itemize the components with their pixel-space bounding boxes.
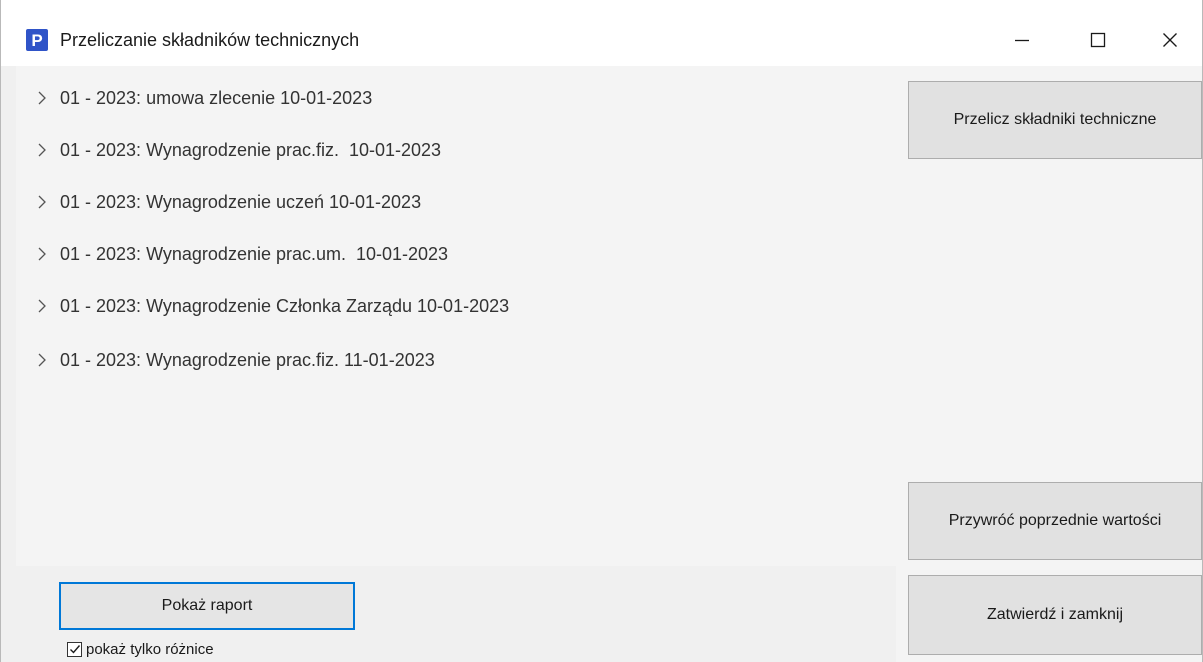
- checkmark-icon: [69, 645, 80, 654]
- chevron-right-icon[interactable]: [30, 190, 54, 214]
- dialog-window: P Przeliczanie składników technicznych 0…: [0, 0, 1203, 662]
- tree-item[interactable]: 01 - 2023: Wynagrodzenie prac.fiz. 10-01…: [16, 130, 441, 170]
- only-differences-option[interactable]: pokaż tylko różnice: [67, 639, 214, 659]
- tree-item-label: 01 - 2023: Wynagrodzenie prac.fiz. 11-01…: [60, 349, 435, 370]
- tree-item-label: 01 - 2023: umowa zlecenie 10-01-2023: [60, 87, 373, 108]
- window-title: Przeliczanie składników technicznych: [60, 30, 360, 50]
- chevron-right-icon[interactable]: [30, 86, 54, 110]
- tree-item[interactable]: 01 - 2023: Wynagrodzenie Członka Zarządu…: [16, 286, 509, 326]
- only-differences-checkbox[interactable]: [67, 641, 82, 657]
- chevron-right-icon[interactable]: [30, 294, 54, 318]
- chevron-right-icon[interactable]: [30, 138, 54, 162]
- confirm-close-button[interactable]: Zatwierdź i zamknij: [908, 575, 1202, 655]
- app-logo-letter: P: [31, 30, 43, 50]
- tree-item[interactable]: 01 - 2023: umowa zlecenie 10-01-2023: [16, 78, 372, 118]
- tree-item[interactable]: 01 - 2023: Wynagrodzenie prac.um. 10-01-…: [16, 234, 448, 274]
- only-differences-label: pokaż tylko różnice: [86, 640, 214, 658]
- show-report-button[interactable]: Pokaż raport: [59, 582, 355, 630]
- chevron-right-icon[interactable]: [30, 242, 54, 266]
- chevron-right-icon[interactable]: [30, 348, 54, 372]
- tree-item[interactable]: 01 - 2023: Wynagrodzenie uczeń 10-01-202…: [16, 182, 421, 222]
- maximize-button[interactable]: [1075, 20, 1121, 60]
- payroll-tree[interactable]: 01 - 2023: umowa zlecenie 10-01-2023 01 …: [16, 66, 896, 566]
- close-icon: [1163, 33, 1177, 47]
- close-button[interactable]: [1147, 20, 1193, 60]
- tree-item[interactable]: 01 - 2023: Wynagrodzenie prac.fiz. 11-01…: [16, 340, 435, 380]
- tree-item-label: 01 - 2023: Wynagrodzenie prac.um. 10-01-…: [60, 243, 449, 264]
- tree-item-label: 01 - 2023: Wynagrodzenie uczeń 10-01-202…: [60, 191, 422, 212]
- minimize-button[interactable]: [999, 20, 1045, 60]
- app-logo-icon: P: [26, 29, 48, 51]
- maximize-icon: [1090, 32, 1106, 48]
- title-bar[interactable]: P Przeliczanie składników technicznych: [1, 0, 1202, 66]
- tree-item-label: 01 - 2023: Wynagrodzenie prac.fiz. 10-01…: [60, 139, 442, 160]
- minimize-icon: [1015, 39, 1029, 42]
- recalculate-button[interactable]: Przelicz składniki techniczne: [908, 81, 1202, 159]
- restore-values-button[interactable]: Przywróć poprzednie wartości: [908, 482, 1202, 560]
- tree-item-label: 01 - 2023: Wynagrodzenie Członka Zarządu…: [60, 295, 510, 316]
